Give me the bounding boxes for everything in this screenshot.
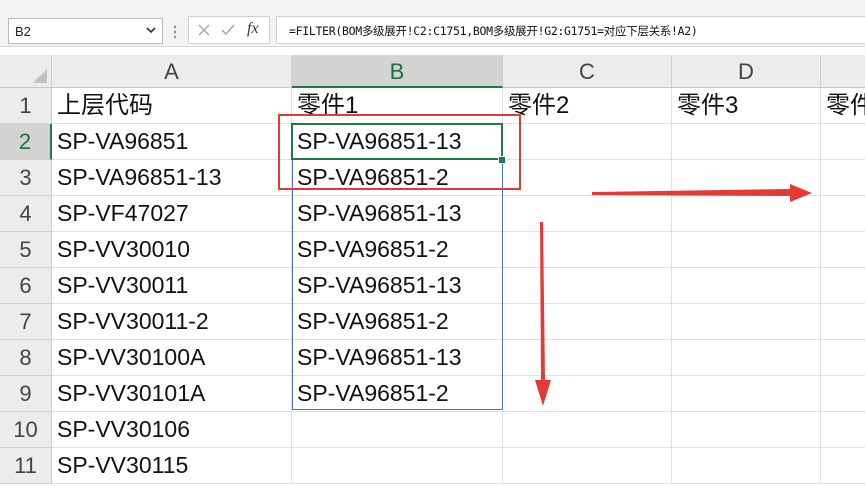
column-header-c[interactable]: C [503, 55, 672, 88]
cell-e1[interactable]: 零件 [821, 88, 865, 124]
cell-e11[interactable] [821, 448, 865, 484]
cell-d7[interactable] [672, 304, 821, 340]
cell-d9[interactable] [672, 376, 821, 412]
row-header-6[interactable]: 6 [0, 268, 52, 304]
cell-c2[interactable] [503, 124, 672, 160]
cell-a4[interactable]: SP-VF47027 [52, 196, 292, 232]
cell-d10[interactable] [672, 412, 821, 448]
row-header-1[interactable]: 1 [0, 88, 52, 124]
cell-a7[interactable]: SP-VV30011-2 [52, 304, 292, 340]
cell-e9[interactable] [821, 376, 865, 412]
more-options-icon[interactable] [172, 22, 178, 42]
cell-a5[interactable]: SP-VV30010 [52, 232, 292, 268]
cell-d1[interactable]: 零件3 [672, 88, 821, 124]
formula-input[interactable]: =FILTER(BOM多级展开!C2:C1751,BOM多级展开!G2:G175… [276, 16, 865, 44]
cell-a3[interactable]: SP-VA96851-13 [52, 160, 292, 196]
row-header-3[interactable]: 3 [0, 160, 52, 196]
name-box[interactable]: B2 [8, 18, 163, 44]
cell-b8[interactable]: SP-VA96851-13 [292, 340, 503, 376]
cell-c6[interactable] [503, 268, 672, 304]
chevron-down-icon[interactable] [144, 23, 158, 37]
cell-c9[interactable] [503, 376, 672, 412]
row-header-10[interactable]: 10 [0, 412, 52, 448]
formula-buttons: fx [188, 16, 270, 44]
fill-handle[interactable] [498, 156, 506, 164]
select-all-button[interactable] [0, 55, 52, 88]
cell-d5[interactable] [672, 232, 821, 268]
cell-a6[interactable]: SP-VV30011 [52, 268, 292, 304]
cell-c3[interactable] [503, 160, 672, 196]
cell-a8[interactable]: SP-VV30100A [52, 340, 292, 376]
cell-c4[interactable] [503, 196, 672, 232]
cell-b11[interactable] [292, 448, 503, 484]
row-header-11[interactable]: 11 [0, 448, 52, 484]
cell-e2[interactable] [821, 124, 865, 160]
insert-function-button[interactable]: fx [247, 20, 259, 38]
close-icon[interactable] [195, 21, 213, 39]
cell-d8[interactable] [672, 340, 821, 376]
cell-b5[interactable]: SP-VA96851-2 [292, 232, 503, 268]
cell-d2[interactable] [672, 124, 821, 160]
cell-a2[interactable]: SP-VA96851 [52, 124, 292, 160]
cell-d11[interactable] [672, 448, 821, 484]
row-header-2[interactable]: 2 [0, 124, 52, 160]
column-header-d[interactable]: D [672, 55, 821, 88]
cell-e3[interactable] [821, 160, 865, 196]
cell-b6[interactable]: SP-VA96851-13 [292, 268, 503, 304]
cell-b3[interactable]: SP-VA96851-2 [292, 160, 503, 196]
cell-e6[interactable] [821, 268, 865, 304]
column-header-b[interactable]: B [292, 55, 503, 88]
cell-c5[interactable] [503, 232, 672, 268]
row-header-5[interactable]: 5 [0, 232, 52, 268]
column-header-e[interactable] [821, 55, 865, 88]
row-header-8[interactable]: 8 [0, 340, 52, 376]
cell-a1[interactable]: 上层代码 [52, 88, 292, 124]
cell-a11[interactable]: SP-VV30115 [52, 448, 292, 484]
cell-c10[interactable] [503, 412, 672, 448]
cell-c1[interactable]: 零件2 [503, 88, 672, 124]
cell-e4[interactable] [821, 196, 865, 232]
cell-e7[interactable] [821, 304, 865, 340]
cell-a9[interactable]: SP-VV30101A [52, 376, 292, 412]
row-header-4[interactable]: 4 [0, 196, 52, 232]
formula-text: =FILTER(BOM多级展开!C2:C1751,BOM多级展开!G2:G175… [289, 24, 698, 38]
cell-c7[interactable] [503, 304, 672, 340]
column-header-a[interactable]: A [52, 55, 292, 88]
check-icon[interactable] [219, 21, 237, 39]
cell-d3[interactable] [672, 160, 821, 196]
cell-d6[interactable] [672, 268, 821, 304]
cell-e10[interactable] [821, 412, 865, 448]
cell-a10[interactable]: SP-VV30106 [52, 412, 292, 448]
cell-e5[interactable] [821, 232, 865, 268]
cell-c8[interactable] [503, 340, 672, 376]
row-header-7[interactable]: 7 [0, 304, 52, 340]
cell-c11[interactable] [503, 448, 672, 484]
cell-b2[interactable]: SP-VA96851-13 [292, 124, 503, 160]
cell-b10[interactable] [292, 412, 503, 448]
cell-d4[interactable] [672, 196, 821, 232]
cell-b7[interactable]: SP-VA96851-2 [292, 304, 503, 340]
formula-bar-area: B2 fx =FILTER(BOM多级展开!C2:C1751,BOM多级展开!G… [0, 0, 865, 47]
cell-b9[interactable]: SP-VA96851-2 [292, 376, 503, 412]
cell-b4[interactable]: SP-VA96851-13 [292, 196, 503, 232]
cell-b1[interactable]: 零件1 [292, 88, 503, 124]
row-header-9[interactable]: 9 [0, 376, 52, 412]
cell-e8[interactable] [821, 340, 865, 376]
name-box-value: B2 [15, 24, 31, 39]
